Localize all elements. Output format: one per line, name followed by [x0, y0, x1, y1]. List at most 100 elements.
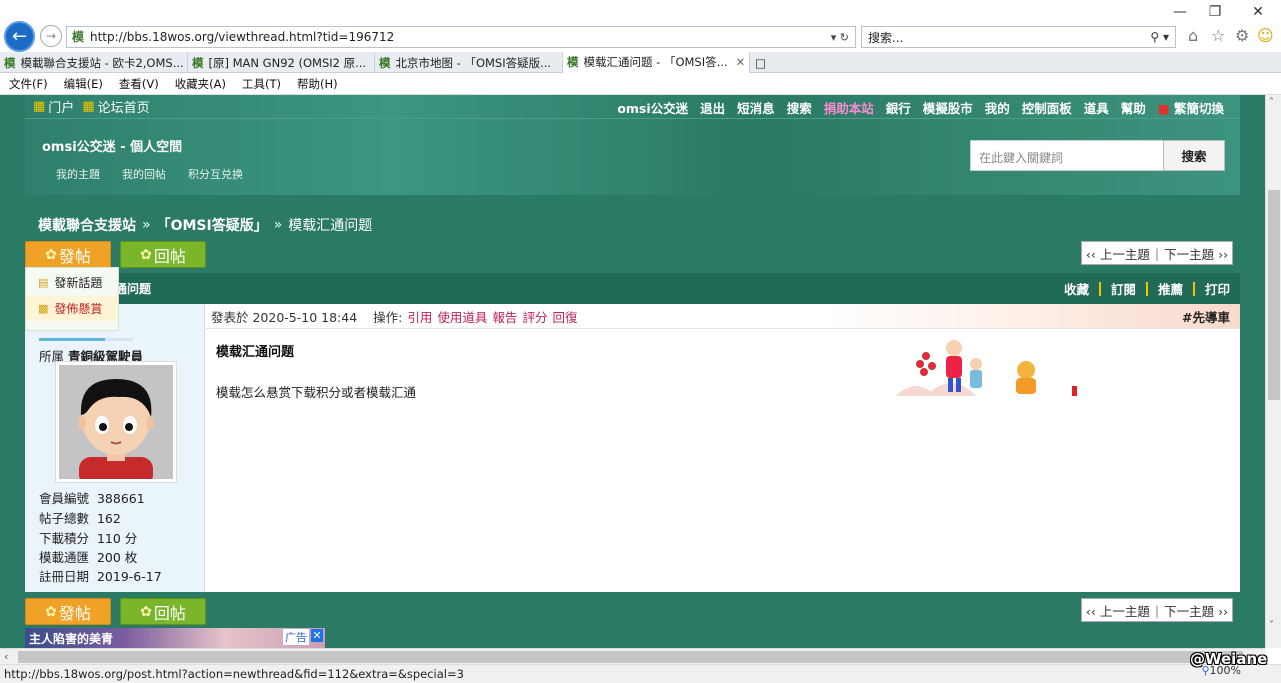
action-favorite[interactable]: 收藏: [1064, 279, 1089, 298]
thread-pager-bottom: ‹‹ 上一主題 | 下一主題 ››: [1081, 598, 1233, 622]
dropdown-bounty[interactable]: ▩ 發佈懸賞: [26, 296, 118, 321]
new-tab-icon[interactable]: □: [751, 52, 773, 73]
tab-close-icon[interactable]: ✕: [736, 55, 746, 69]
op-rate[interactable]: 評分: [522, 307, 547, 326]
space-title: omsi公交迷 - 個人空間: [42, 140, 183, 155]
browser-search-placeholder: 搜索...: [868, 30, 904, 45]
new-post-button[interactable]: ✿ 發帖: [25, 241, 111, 268]
address-bar[interactable]: 模 http://bbs.18wos.org/viewthread.html?t…: [66, 26, 856, 48]
ad-close-icon[interactable]: ✕: [311, 629, 323, 642]
site-favicon-icon: 模: [72, 30, 85, 44]
avatar[interactable]: [55, 361, 177, 483]
ad-banner[interactable]: 主人陷害的美青 广告 ✕: [25, 628, 325, 648]
nav-logout[interactable]: 退出: [700, 98, 725, 117]
keyword-search-button[interactable]: 搜索: [1163, 140, 1225, 171]
festive-decoration-icon: [896, 340, 1077, 396]
horizontal-scrollbar[interactable]: ‹ ›: [0, 648, 1265, 664]
breadcrumb-forum[interactable]: 「OMSI答疑版」: [157, 215, 268, 235]
link-points-exchange[interactable]: 积分互兑换: [188, 166, 243, 182]
rank-progress-bar: [39, 338, 105, 341]
prev-thread-link[interactable]: ‹‹ 上一主題: [1086, 601, 1150, 620]
reply-button-bottom[interactable]: ✿ 回帖: [120, 598, 206, 625]
op-report[interactable]: 報告: [492, 307, 517, 326]
nav-stock[interactable]: 模擬股市: [923, 98, 973, 117]
forum-topnav: ▦ 门户 ▦ 论坛首页 omsi公交迷 退出 短消息 搜索 捐助本站 銀行 模擬…: [25, 95, 1240, 119]
home-icon[interactable]: ⌂: [1188, 26, 1198, 45]
bounty-icon: ▩: [38, 302, 49, 315]
vertical-scrollbar[interactable]: ˄ ˅: [1265, 95, 1281, 648]
scroll-left-icon[interactable]: ‹: [4, 650, 8, 663]
forward-arrow-icon[interactable]: →: [40, 25, 62, 47]
nav-items[interactable]: 道具: [1084, 98, 1109, 117]
post-date: 發表於 2020-5-10 18:44: [211, 309, 358, 325]
tab-favicon-icon: 模: [379, 55, 391, 70]
browser-titlebar: — ❐ ✕ ← → 模 http://bbs.18wos.org/viewthr…: [0, 0, 1281, 52]
link-my-replies[interactable]: 我的回帖: [122, 166, 166, 182]
breadcrumb-site[interactable]: 模載聯合支援站: [38, 215, 136, 235]
browser-tab[interactable]: 模 [原] MAN GN92 (OMSI2 原...: [188, 52, 375, 73]
smiley-feedback-icon[interactable]: ☺: [1257, 26, 1274, 45]
favorites-star-icon[interactable]: ☆: [1211, 26, 1225, 45]
nav-search[interactable]: 搜索: [787, 98, 812, 117]
address-url[interactable]: http://bbs.18wos.org/viewthread.html?tid…: [90, 30, 831, 44]
ad-label: 广告: [283, 629, 309, 645]
browser-search-input[interactable]: 搜索... ⚲ ▾: [861, 26, 1176, 48]
watermark: @Weiane: [1190, 650, 1268, 668]
nav-mine[interactable]: 我的: [985, 98, 1010, 117]
post-title: 模载汇通问题: [216, 345, 295, 360]
nav-portal[interactable]: 门户: [48, 97, 74, 116]
op-use-item[interactable]: 使用道具: [437, 307, 487, 326]
tab-favicon-icon: 模: [192, 55, 204, 70]
search-icon[interactable]: ⚲ ▾: [1150, 30, 1175, 44]
nav-username[interactable]: omsi公交迷: [617, 98, 688, 117]
minimize-button[interactable]: —: [1170, 4, 1190, 20]
scroll-up-icon[interactable]: ˄: [1269, 97, 1274, 108]
browser-tab[interactable]: 模模載聯合支援站 - 欧卡2,OMS...: [0, 52, 188, 73]
post-main: 發表於 2020-5-10 18:44 操作: 引用 使用道具 報告 評分 回復…: [206, 304, 1240, 592]
nav-help[interactable]: 幫助: [1121, 98, 1146, 117]
action-subscribe[interactable]: 訂閱: [1111, 279, 1136, 298]
menu-view[interactable]: 查看(V): [110, 76, 166, 92]
nav-lang-toggle[interactable]: ■ 繁簡切換: [1158, 98, 1224, 117]
keyword-search-input[interactable]: 在此鍵入關鍵詞: [970, 140, 1164, 171]
scroll-down-icon[interactable]: ˅: [1269, 620, 1274, 631]
back-arrow-icon[interactable]: ←: [4, 21, 35, 52]
paw-icon: ✿: [45, 246, 57, 263]
nav-control-panel[interactable]: 控制面板: [1022, 98, 1072, 117]
op-reply[interactable]: 回復: [552, 307, 577, 326]
menu-edit[interactable]: 编辑(E): [55, 76, 110, 92]
nav-messages[interactable]: 短消息: [737, 98, 775, 117]
menu-tools[interactable]: 工具(T): [233, 76, 288, 92]
restore-button[interactable]: ❐: [1205, 4, 1225, 20]
close-button[interactable]: ✕: [1248, 4, 1268, 20]
next-thread-link[interactable]: 下一主題 ››: [1164, 601, 1228, 620]
action-recommend[interactable]: 推薦: [1158, 279, 1183, 298]
new-post-button-bottom[interactable]: ✿ 發帖: [25, 598, 111, 625]
nav-forum-home[interactable]: 论坛首页: [98, 97, 150, 116]
nav-donate[interactable]: 捐助本站: [824, 98, 874, 117]
next-thread-link[interactable]: 下一主題 ››: [1164, 244, 1228, 263]
browser-tab[interactable]: 模北京市地图 - 「OMSI答疑版...: [375, 52, 563, 73]
vertical-scroll-thumb[interactable]: [1268, 190, 1280, 400]
link-my-topics[interactable]: 我的主題: [56, 166, 100, 182]
action-print[interactable]: 打印: [1205, 279, 1230, 298]
prev-thread-link[interactable]: ‹‹ 上一主題: [1086, 244, 1150, 263]
browser-tab-active[interactable]: 模模载汇通问题 - 「OMSI答... ✕: [563, 52, 750, 73]
menu-help[interactable]: 帮助(H): [288, 76, 345, 92]
tab-strip: 模模載聯合支援站 - 欧卡2,OMS... 模 [原] MAN GN92 (OMS…: [0, 52, 1281, 73]
horizontal-scroll-thumb[interactable]: [18, 651, 1243, 663]
stat-currency: 模載通匯 200 枚: [39, 550, 138, 565]
gear-icon[interactable]: ⚙: [1235, 26, 1249, 45]
grid-icon: ▦: [33, 99, 46, 114]
breadcrumb: 模載聯合支援站 » 「OMSI答疑版」 » 模载汇通问题: [38, 215, 373, 235]
nav-bank[interactable]: 銀行: [886, 98, 911, 117]
op-quote[interactable]: 引用: [407, 307, 432, 326]
reply-button[interactable]: ✿ 回帖: [120, 241, 206, 268]
menu-favorites[interactable]: 收藏夹(A): [166, 76, 233, 92]
breadcrumb-thread: 模载汇通问题: [288, 218, 373, 234]
address-tools-icon[interactable]: ▾ ↻: [831, 31, 855, 44]
dropdown-new-topic[interactable]: ▤ 發新話題: [26, 268, 118, 296]
menu-file[interactable]: 文件(F): [0, 76, 55, 92]
space-links: 我的主題 我的回帖 积分互兑换: [56, 166, 265, 182]
post-ops-label: 操作:: [373, 309, 403, 325]
